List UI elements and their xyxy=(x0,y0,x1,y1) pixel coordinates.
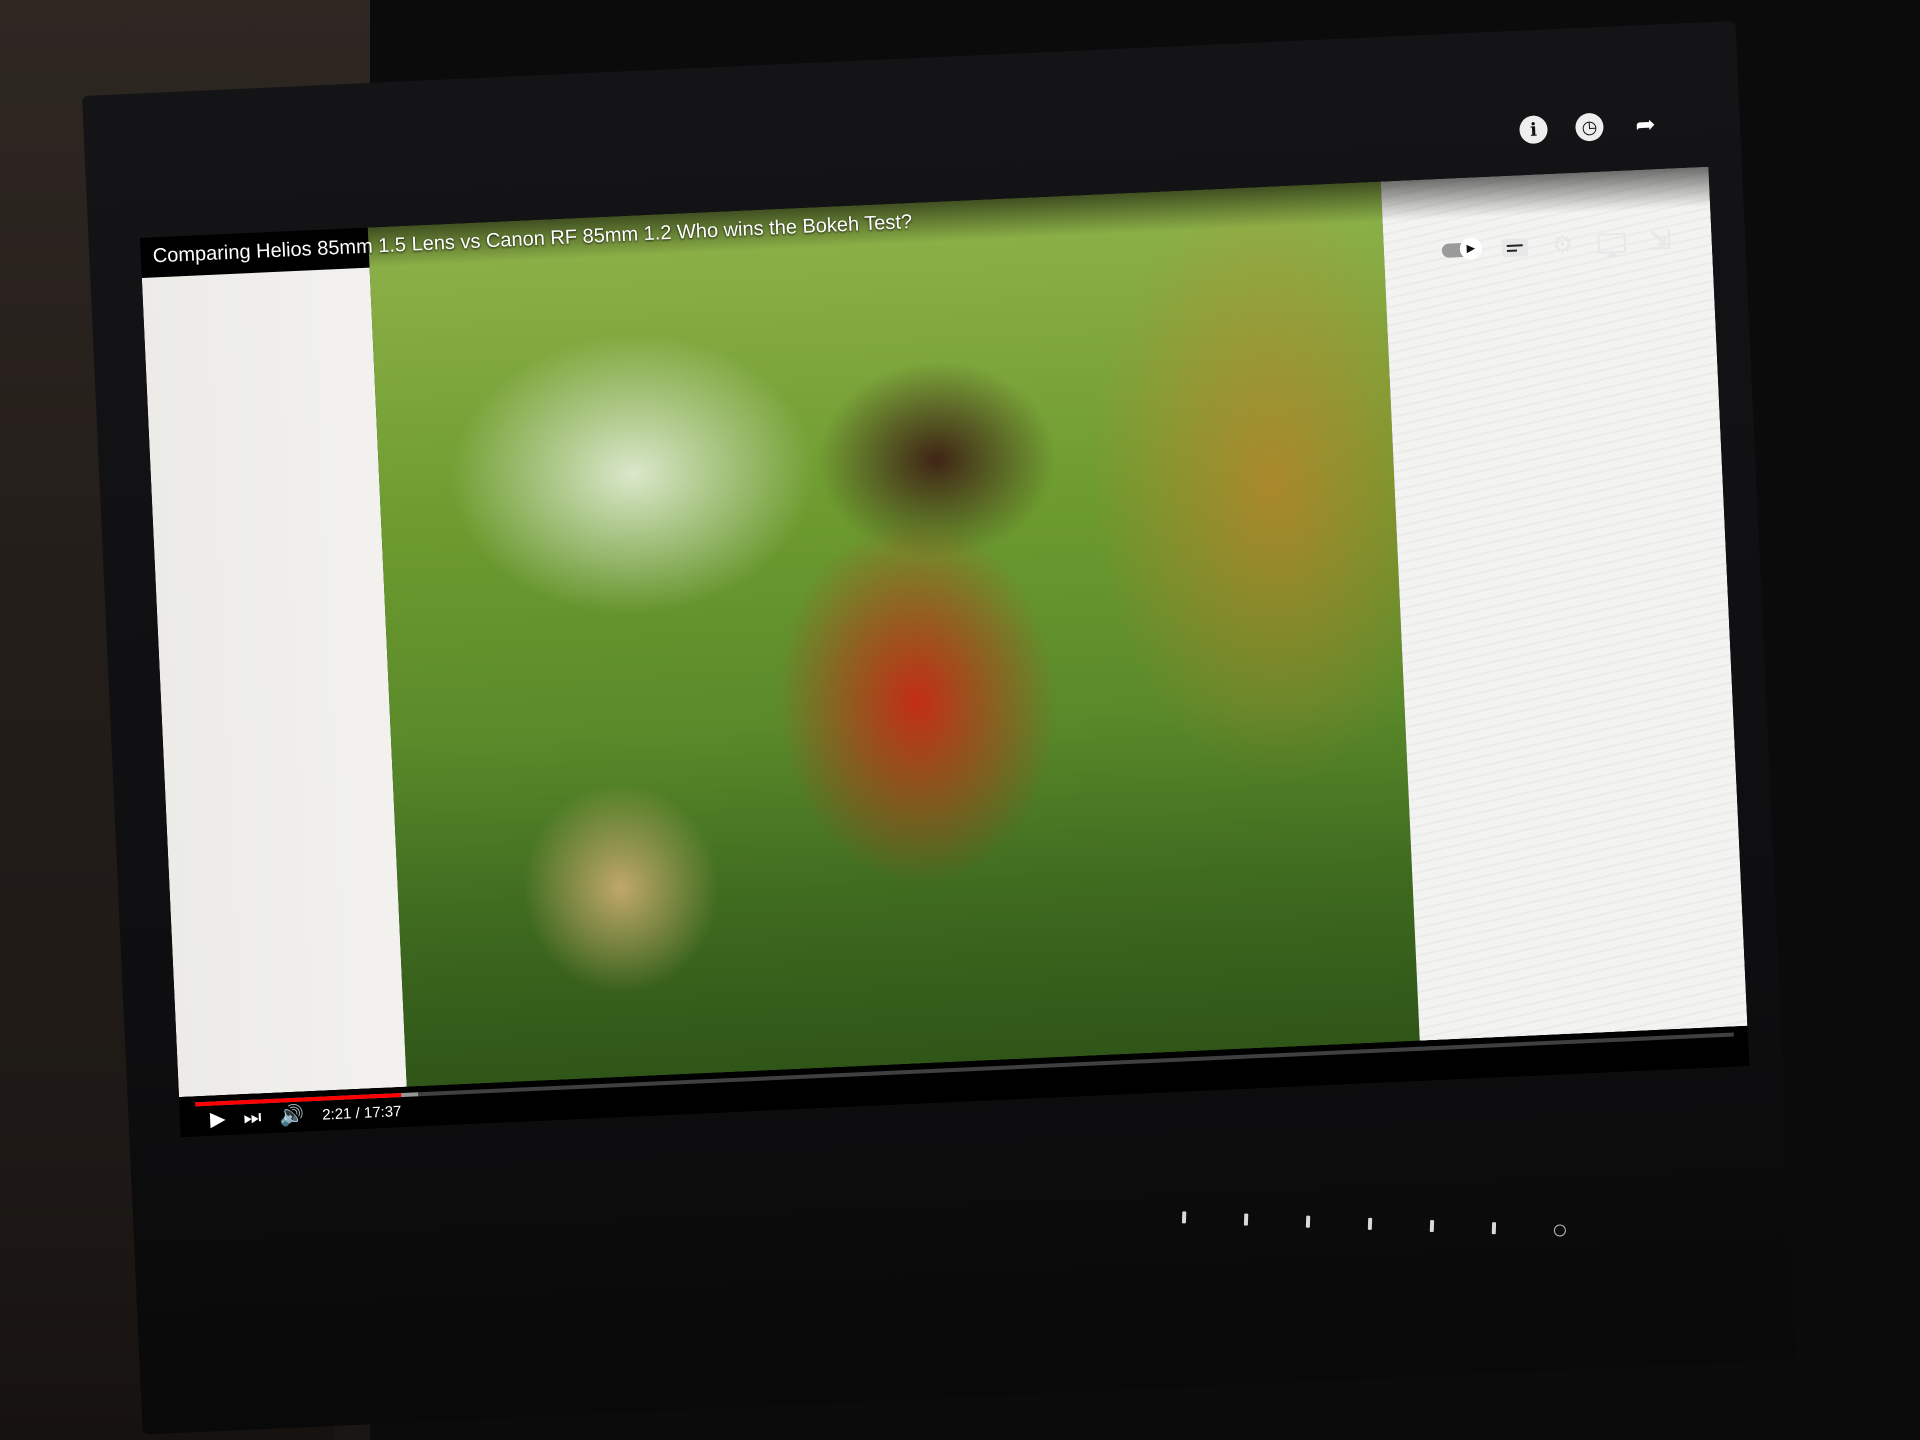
power-icon[interactable] xyxy=(1553,1224,1567,1237)
video-player[interactable]: Comparing Helios 85mm 1.5 Lens vs Canon … xyxy=(140,111,1750,1138)
volume-button[interactable]: 🔊 xyxy=(279,1104,305,1127)
monitor-button-6[interactable] xyxy=(1491,1222,1497,1235)
exit-fullscreen-button[interactable]: ⇲ xyxy=(1649,225,1672,257)
video-content-image xyxy=(367,181,1420,1087)
airplay-button[interactable] xyxy=(1596,232,1626,254)
share-icon: ➦ xyxy=(1634,110,1657,139)
video-frame[interactable]: Comparing Helios 85mm 1.5 Lens vs Canon … xyxy=(140,166,1748,1098)
share-button[interactable]: ➦ xyxy=(1628,107,1664,143)
time-display: 2:21 / 17:37 xyxy=(321,1102,402,1124)
subtitles-button[interactable] xyxy=(1501,237,1529,257)
pillarbox-left xyxy=(141,267,407,1098)
top-right-actions: i ◷ ➦ xyxy=(1516,107,1663,148)
monitor-button-4[interactable] xyxy=(1367,1217,1373,1230)
next-button[interactable]: ⏭ xyxy=(243,1106,262,1129)
info-button[interactable]: i xyxy=(1516,112,1552,148)
pillarbox-right xyxy=(1380,166,1748,1041)
clock-icon: ◷ xyxy=(1574,112,1605,142)
monitor-button-2[interactable] xyxy=(1243,1213,1249,1226)
autoplay-toggle[interactable]: ▶ xyxy=(1441,236,1483,260)
monitor-button-3[interactable] xyxy=(1305,1215,1311,1228)
settings-button[interactable]: ⚙ xyxy=(1551,230,1574,260)
autoplay-play-icon: ▶ xyxy=(1459,236,1483,260)
left-controls: ▶ ⏭ 🔊 2:21 / 17:37 xyxy=(210,1101,402,1131)
watch-later-button[interactable]: ◷ xyxy=(1572,109,1608,145)
monitor-button-5[interactable] xyxy=(1429,1219,1435,1233)
play-button[interactable]: ▶ xyxy=(210,1108,226,1131)
monitor-button-1[interactable] xyxy=(1181,1211,1187,1224)
info-icon: i xyxy=(1518,115,1549,145)
